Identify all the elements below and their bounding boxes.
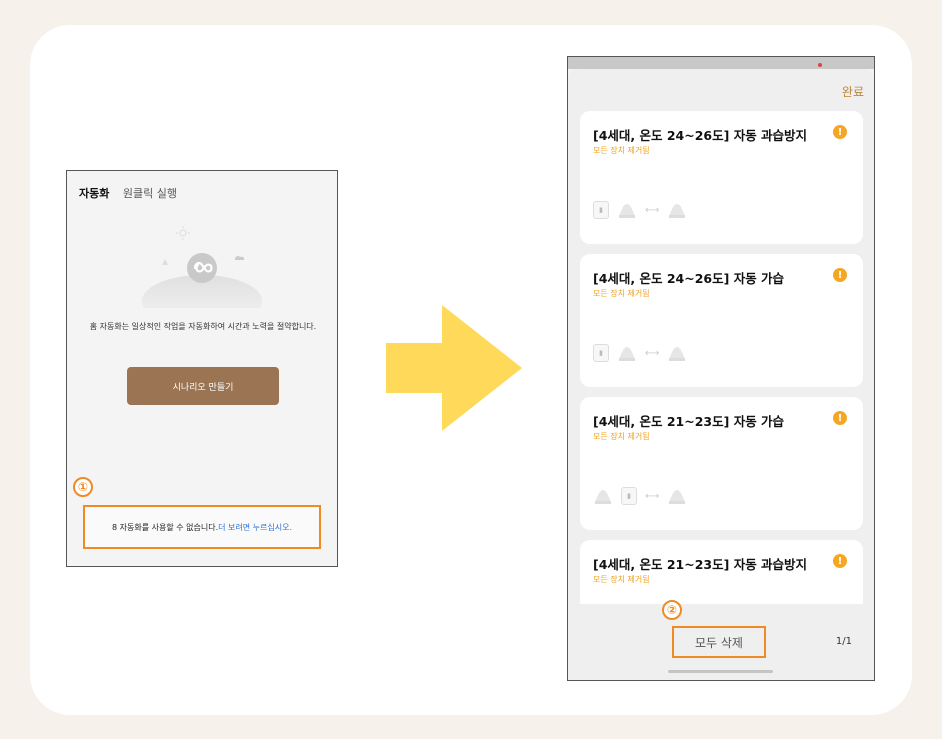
warning-icon: ! [833,411,847,425]
list-item[interactable]: [4세대, 온도 24~26도] 자동 가습 모든 장치 제거됨 ! ▮ ⟷ [580,254,863,387]
item-title: [4세대, 온도 21~23도] 자동 가습 [593,414,785,429]
list-item[interactable]: [4세대, 온도 21~23도] 자동 과습방지 모든 장치 제거됨 ! [580,540,863,604]
item-status: 모든 장치 제거됨 [593,289,650,298]
delete-all-button[interactable]: 모두 삭제 [672,626,766,658]
done-button[interactable]: 완료 [842,83,864,100]
item-status: 모든 장치 제거됨 [593,146,650,155]
list-item[interactable]: [4세대, 온도 24~26도] 자동 과습방지 모든 장치 제거됨 ! ▮ ⟷ [580,111,863,244]
humidifier-icon [669,490,686,504]
device-row: ▮ ⟷ [593,201,687,219]
tab-bar: 자동화 원클릭 실행 [79,185,177,201]
right-arrow-icon [386,305,522,431]
list-item[interactable]: [4세대, 온도 21~23도] 자동 가습 모든 장치 제거됨 ! ▮ ⟷ [580,397,863,530]
humidifier-icon [669,204,686,218]
home-indicator [668,670,773,673]
cloud-icon [235,255,245,260]
item-title: [4세대, 온도 24~26도] 자동 가습 [593,271,785,286]
thermometer-icon: ▮ [621,487,637,505]
page-indicator: 1/1 [835,636,852,647]
step-badge-1: ① [73,477,93,497]
item-title: [4세대, 온도 21~23도] 자동 과습방지 [593,557,808,572]
left-phone-screen: 자동화 원클릭 실행 홈 자동화는 일상적인 작업을 자동화하여 시간과 노력을… [66,170,338,567]
notice-text: 8 자동화를 사용할 수 없습니다. [112,522,219,532]
notice-link[interactable]: 더 보려면 누르십시오. [218,522,292,533]
warning-icon: ! [833,125,847,139]
thermometer-icon: ▮ [593,344,609,362]
humidifier-icon [619,204,635,218]
triangle-decor [162,259,168,265]
tab-automation[interactable]: 자동화 [79,187,109,200]
humidifier-icon [669,347,686,361]
automation-description: 홈 자동화는 일상적인 작업을 자동화하여 시간과 노력을 절약합니다. [89,322,317,331]
create-scenario-button[interactable]: 시나리오 만들기 [127,367,279,405]
warning-icon: ! [833,554,847,568]
bottom-action-bar: ② 모두 삭제 1/1 [568,600,874,680]
step-badge-2: ② [662,600,682,620]
item-status: 모든 장치 제거됨 [593,575,650,584]
device-row: ▮ ⟷ [593,487,687,505]
item-status: 모든 장치 제거됨 [593,432,650,441]
unavailable-notice[interactable]: 8 자동화를 사용할 수 없습니다. 더 보려면 누르십시오. [83,505,321,549]
double-arrow-icon: ⟷ [645,490,660,502]
double-arrow-icon: ⟷ [645,347,660,359]
item-title: [4세대, 온도 24~26도] 자동 과습방지 [593,128,808,143]
status-area [568,57,874,69]
tab-one-click[interactable]: 원클릭 실행 [123,187,177,200]
sun-icon [176,226,190,240]
thermometer-icon: ▮ [593,201,609,219]
warning-icon: ! [833,268,847,282]
device-row: ▮ ⟷ [593,344,687,362]
humidifier-icon [619,347,635,361]
automation-illustration [142,226,262,308]
bottom-sheet: 완료 [4세대, 온도 24~26도] 자동 과습방지 모든 장치 제거됨 ! … [568,69,874,680]
double-arrow-icon: ⟷ [645,204,660,216]
right-phone-screen: 완료 [4세대, 온도 24~26도] 자동 과습방지 모든 장치 제거됨 ! … [567,56,875,681]
humidifier-icon [595,490,611,504]
automation-list: [4세대, 온도 24~26도] 자동 과습방지 모든 장치 제거됨 ! ▮ ⟷… [580,111,863,604]
